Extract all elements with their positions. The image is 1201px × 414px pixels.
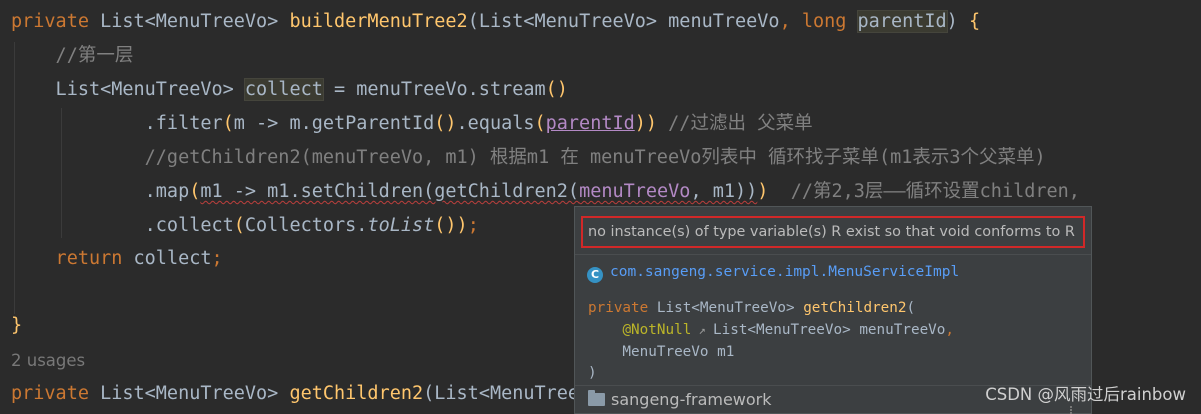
code-token: {: [968, 11, 981, 32]
code-token: , m1)): [690, 181, 758, 202]
code-token: Collectors.: [244, 215, 368, 236]
code-token: ): [757, 181, 769, 202]
error-message: no instance(s) of type variable(s) R exi…: [581, 216, 1085, 248]
code-token: parentId: [545, 113, 635, 134]
signature-line-3: MenuTreeVo m1: [588, 341, 734, 363]
code-token: .collect: [11, 215, 234, 236]
code-line-8[interactable]: return collect;: [11, 242, 223, 275]
code-token: long: [801, 11, 858, 32]
code-line-4[interactable]: .filter(m -> m.getParentId().equals(pare…: [11, 107, 813, 140]
code-line-2[interactable]: //第一层: [11, 39, 134, 72]
code-token: @NotNull: [622, 322, 692, 338]
module-label: sangeng-framework: [588, 387, 772, 413]
code-token: private: [11, 11, 101, 32]
code-token: getChildren2: [289, 383, 424, 404]
code-token: }: [11, 315, 23, 336]
code-token: (): [545, 79, 568, 100]
code-line-10[interactable]: }: [11, 309, 22, 342]
code-token: return: [11, 248, 134, 269]
code-token: toList: [367, 215, 435, 236]
code-token: (: [906, 300, 916, 316]
signature-line-4: ): [588, 362, 597, 384]
code-token: = menuTreeVo.stream: [322, 79, 546, 100]
code-line-7[interactable]: .collect(Collectors.toList());: [11, 209, 479, 242]
code-line-3[interactable]: List<MenuTreeVo> collect = menuTreeVo.st…: [11, 73, 568, 106]
code-token: ): [588, 365, 597, 381]
code-token: )): [634, 113, 658, 134]
code-token: .map: [11, 181, 190, 202]
code-token: private: [11, 383, 101, 404]
code-token: List<MenuTreeVo> menuTreeVo: [713, 322, 946, 338]
code-line-6[interactable]: .map(m1 -> m1.setChildren(getChildren2(m…: [11, 175, 1080, 208]
code-token: (: [534, 113, 546, 134]
code-token: (: [233, 215, 245, 236]
code-token: ;: [467, 215, 479, 236]
code-line-1[interactable]: private List<MenuTreeVo> builderMenuTree…: [11, 5, 980, 38]
code-token: ,: [945, 322, 955, 338]
folder-icon: [588, 390, 605, 406]
code-line-5[interactable]: //getChildren2(menuTreeVo, m1) 根据m1 在 me…: [11, 141, 1046, 174]
code-token: (List<MenuTreeVo> menuTreeVo: [467, 11, 780, 32]
code-token: ): [946, 11, 969, 32]
code-token: parentId: [856, 10, 948, 33]
code-token: ,: [779, 11, 802, 32]
code-token: m1 -> m1.setChildren(getChildren2(: [200, 181, 580, 202]
code-token: (): [434, 113, 457, 134]
code-token: ↗: [691, 323, 713, 337]
code-token: List<MenuTreeVo>: [656, 300, 804, 316]
code-token: collect: [133, 248, 212, 269]
code-token: ;: [211, 248, 223, 269]
signature-line-1: private List<MenuTreeVo> getChildren2(: [588, 297, 915, 319]
code-token: List<MenuTreeVo>: [11, 79, 245, 100]
code-token: menuTreeVo: [579, 181, 691, 202]
module-name: sangeng-framework: [611, 390, 772, 409]
class-icon: C: [587, 267, 603, 283]
code-token: List<MenuTreeVo>: [100, 11, 290, 32]
code-token: getChildren2: [803, 300, 907, 316]
code-token: //过滤出 父菜单: [657, 113, 813, 134]
code-token: //第2,3层——循环设置children,: [768, 181, 1080, 202]
code-token: //getChildren2(menuTreeVo, m1) 根据m1 在 me…: [11, 147, 1046, 168]
code-token: //第一层: [11, 45, 134, 66]
code-token: ): [456, 215, 468, 236]
code-token: collect: [243, 78, 324, 101]
code-token: (: [222, 113, 234, 134]
code-token: .filter: [11, 113, 223, 134]
code-token: (: [189, 181, 201, 202]
popup-divider: [575, 254, 1091, 255]
code-token: .equals: [456, 113, 535, 134]
code-token: private: [588, 300, 657, 316]
class-link[interactable]: Ccom.sangeng.service.impl.MenuServiceImp…: [587, 259, 959, 285]
class-fqn[interactable]: com.sangeng.service.impl.MenuServiceImpl: [610, 264, 959, 280]
code-token: builderMenuTree2: [289, 11, 468, 32]
code-token: List<MenuTreeVo>: [100, 383, 290, 404]
code-token: m -> m.getParentId: [233, 113, 435, 134]
code-token: MenuTreeVo m1: [588, 344, 735, 360]
signature-line-2: @NotNull ↗ List<MenuTreeVo> menuTreeVo,: [588, 319, 954, 341]
code-token: (): [434, 215, 457, 236]
csdn-watermark: CSDN @风雨过后rainbow: [985, 385, 1186, 404]
usages-hint[interactable]: 2 usages: [11, 344, 85, 377]
